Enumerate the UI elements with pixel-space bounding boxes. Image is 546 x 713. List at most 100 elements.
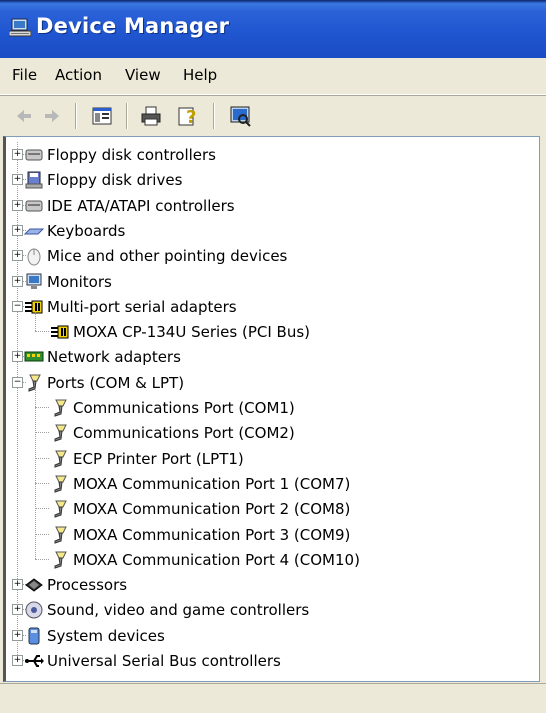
tree-child-label: Communications Port (COM1) [73, 399, 295, 417]
expand-toggle[interactable]: + [12, 250, 23, 262]
serial-adapter-icon [25, 300, 43, 314]
expand-toggle[interactable]: + [12, 629, 23, 641]
expand-toggle[interactable]: + [12, 275, 23, 287]
tree-child-label: MOXA Communication Port 2 (COM8) [73, 500, 351, 519]
svg-text:?: ? [186, 107, 196, 127]
tree-connector [35, 311, 37, 332]
status-bar [0, 683, 546, 713]
ide-controller-icon [25, 200, 43, 212]
help-icon[interactable]: ? [177, 105, 199, 127]
tree-child-item[interactable]: MOXA CP-134U Series (PCI Bus) [6, 319, 526, 344]
printer-icon[interactable] [140, 105, 162, 127]
expand-toggle[interactable]: + [12, 351, 23, 363]
tree-item-label: Processors [47, 576, 128, 595]
tree-item[interactable]: + Floppy disk controllers [6, 142, 526, 167]
tree-child-item[interactable]: ECP Printer Port (LPT1) [6, 446, 526, 471]
toolbar-separator [126, 103, 128, 129]
keyboard-icon [24, 228, 44, 235]
processor-icon [25, 578, 43, 592]
device-tree[interactable]: + Floppy disk controllers + Floppy disk dri… [3, 136, 540, 682]
mouse-icon [27, 248, 41, 266]
tree-connector [35, 457, 49, 460]
toolbar-separator [75, 103, 77, 129]
sound-icon [25, 601, 43, 619]
tree-child-item[interactable]: MOXA Communication Port 1 (COM7) [6, 471, 526, 496]
port-icon [54, 475, 67, 493]
tree-child-label: Communications Port (COM2) [73, 424, 295, 443]
menu-view[interactable]: View [125, 66, 161, 84]
tree-item-label: Mice and other pointing devices [47, 247, 288, 266]
tree-item[interactable]: + System devices [6, 623, 526, 648]
tree-item[interactable]: + Network adapters [6, 344, 526, 369]
tree-child-label: MOXA Communication Port 1 (COM7) [73, 474, 351, 493]
expand-toggle[interactable]: + [12, 579, 23, 591]
tree-item[interactable]: + Mice and other pointing devices [6, 243, 526, 268]
port-icon [54, 500, 67, 518]
tree-child-label: ECP Printer Port (LPT1) [73, 449, 244, 468]
menu-action-label: Action [55, 66, 102, 84]
tree-child-item[interactable]: MOXA Communication Port 3 (COM9) [6, 522, 526, 547]
tree-item[interactable]: + Processors [6, 572, 526, 597]
menu-help[interactable]: Help [183, 66, 217, 84]
expand-toggle[interactable]: + [12, 199, 23, 211]
forward-arrow-icon[interactable] [41, 105, 63, 127]
expand-toggle[interactable]: + [12, 604, 23, 616]
window-title: Device Manager [36, 14, 230, 38]
expand-toggle[interactable]: + [12, 149, 23, 160]
menu-file-label: File [12, 66, 38, 84]
properties-icon[interactable] [91, 105, 113, 127]
tree-connector [35, 508, 49, 510]
tree-item-label: IDE ATA/ATAPI controllers [47, 196, 235, 215]
menu-action[interactable]: Action [55, 66, 102, 84]
tree-item-label: Keyboards [47, 221, 126, 240]
port-icon [54, 450, 67, 468]
menu-file[interactable]: File [12, 66, 37, 84]
menu-view-label: View [125, 66, 161, 84]
expand-toggle[interactable]: + [12, 174, 23, 186]
device-manager-window: Device Manager File Action View Help ? +… [0, 0, 546, 713]
tree-connector [35, 387, 37, 559]
title-bar[interactable]: Device Manager [0, 0, 546, 58]
device-manager-app-icon [9, 18, 31, 37]
collapse-toggle[interactable]: − [12, 300, 23, 312]
collapse-toggle[interactable]: − [12, 376, 23, 388]
tree-item[interactable]: + Sound, video and game controllers [6, 597, 526, 622]
tree-child-item[interactable]: Communications Port (COM1) [6, 395, 526, 420]
tree-child-item[interactable]: Communications Port (COM2) [6, 420, 526, 445]
tree-child-item[interactable]: MOXA Communication Port 2 (COM8) [6, 496, 526, 521]
tree-connector [35, 482, 49, 485]
tree-item-label: Universal Serial Bus controllers [47, 652, 281, 670]
tree-connector [35, 407, 49, 409]
tree-item-label: Monitors [47, 272, 112, 291]
tree-item[interactable]: + Floppy disk drives [6, 167, 526, 192]
tree-connector [35, 533, 49, 536]
network-adapter-icon [24, 351, 44, 362]
tree-item[interactable]: − Ports (COM & LPT) [6, 370, 526, 395]
tree-connector [35, 558, 49, 561]
expand-toggle[interactable]: + [12, 655, 23, 666]
monitor-icon [26, 273, 42, 289]
tree-item-label: Multi-port serial adapters [47, 297, 237, 316]
disk-controller-icon [25, 149, 43, 161]
usb-icon [25, 655, 44, 667]
tree-item[interactable]: + IDE ATA/ATAPI controllers [6, 193, 526, 218]
tree-item-label: Sound, video and game controllers [47, 601, 310, 620]
port-icon [54, 526, 67, 544]
tree-item[interactable]: + Keyboards [6, 218, 526, 243]
tree-item[interactable]: − Multi-port serial adapters [6, 294, 526, 319]
back-arrow-icon[interactable] [13, 105, 35, 127]
tree-item[interactable]: + Monitors [6, 269, 526, 294]
tree-item[interactable]: + Universal Serial Bus controllers [6, 648, 526, 673]
expand-toggle[interactable]: + [12, 224, 23, 236]
toolbar: ? [0, 95, 546, 134]
tree-connector [35, 432, 49, 434]
tree-item-label: Floppy disk drives [47, 171, 183, 190]
tree-item-label: Network adapters [47, 348, 181, 367]
tree-child-item[interactable]: MOXA Communication Port 4 (COM10) [6, 547, 526, 572]
scan-hardware-icon[interactable] [229, 105, 251, 127]
tree-item-label: Floppy disk controllers [47, 146, 216, 164]
menu-help-label: Help [183, 66, 218, 84]
port-icon [54, 424, 67, 442]
tree-child-label: MOXA Communication Port 4 (COM10) [73, 550, 360, 569]
tree-child-label: MOXA CP-134U Series (PCI Bus) [73, 323, 310, 342]
